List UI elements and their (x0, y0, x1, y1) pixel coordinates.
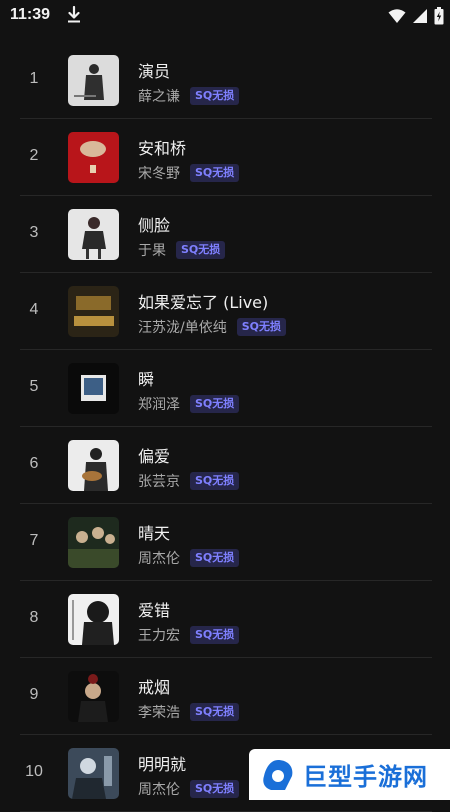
quality-badge: SQ无损 (190, 626, 240, 644)
status-bar: 11:39 (0, 0, 450, 32)
song-row[interactable]: 9 戒烟 李荣浩 SQ无损 (20, 658, 432, 735)
rank-number: 3 (29, 224, 39, 241)
song-title: 演员 (138, 62, 171, 81)
quality-badge: SQ无损 (236, 318, 286, 336)
song-list: 1 演员 薛之谦 SQ无损 2 安和桥 宋冬野 SQ无损 3 侧脸 于果 SQ无… (20, 42, 432, 812)
watermark: 巨型手游网 (249, 749, 450, 800)
song-row[interactable]: 5 瞬 郑润泽 SQ无损 (20, 350, 432, 427)
album-cover (68, 209, 119, 260)
song-row[interactable]: 1 演员 薛之谦 SQ无损 (20, 42, 432, 119)
album-cover (68, 286, 119, 337)
song-title: 安和桥 (138, 139, 187, 158)
song-row[interactable]: 7 晴天 周杰伦 SQ无损 (20, 504, 432, 581)
rank-number: 4 (29, 301, 39, 318)
quality-badge: SQ无损 (190, 780, 240, 798)
song-title: 瞬 (138, 370, 155, 389)
song-title: 戒烟 (138, 678, 171, 697)
song-row[interactable]: 8 爱错 王力宏 SQ无损 (20, 581, 432, 658)
quality-badge: SQ无损 (190, 87, 240, 105)
artist-name: 宋冬野 (138, 166, 180, 182)
rank-number: 9 (29, 686, 39, 703)
album-cover (68, 363, 119, 414)
quality-badge: SQ无损 (190, 164, 240, 182)
signal-icon (413, 9, 427, 23)
rank-number: 6 (29, 455, 39, 472)
battery-icon (434, 7, 444, 25)
quality-badge: SQ无损 (190, 472, 240, 490)
album-cover (68, 440, 119, 491)
rank-number: 8 (29, 609, 39, 626)
album-cover (68, 671, 119, 722)
song-row[interactable]: 4 如果爱忘了 (Live) 汪苏泷/单依纯 SQ无损 (20, 273, 432, 350)
song-row[interactable]: 2 安和桥 宋冬野 SQ无损 (20, 119, 432, 196)
rank-number: 7 (29, 532, 39, 549)
artist-name: 张芸京 (138, 474, 180, 490)
artist-name: 薛之谦 (138, 89, 180, 105)
album-cover (68, 594, 119, 645)
rank-number: 10 (25, 763, 43, 780)
song-title: 如果爱忘了 (Live) (138, 293, 269, 312)
song-title: 明明就 (138, 755, 187, 774)
quality-badge: SQ无损 (190, 703, 240, 721)
watermark-logo-icon (263, 759, 293, 790)
rank-number: 1 (29, 70, 39, 87)
artist-name: 于果 (138, 243, 166, 259)
song-row[interactable]: 6 偏爱 张芸京 SQ无损 (20, 427, 432, 504)
song-title: 偏爱 (138, 447, 171, 466)
album-cover (68, 55, 119, 106)
artist-name: 周杰伦 (138, 782, 180, 798)
album-cover (68, 748, 119, 799)
wifi-icon (388, 9, 406, 23)
download-icon (68, 6, 80, 23)
quality-badge: SQ无损 (176, 241, 226, 259)
quality-badge: SQ无损 (190, 395, 240, 413)
song-title: 晴天 (138, 524, 171, 543)
song-row[interactable]: 3 侧脸 于果 SQ无损 (20, 196, 432, 273)
artist-name: 郑润泽 (138, 397, 180, 413)
artist-name: 周杰伦 (138, 551, 180, 567)
artist-name: 王力宏 (138, 628, 180, 644)
status-time: 11:39 (10, 6, 51, 23)
song-title: 侧脸 (138, 216, 171, 235)
rank-number: 2 (29, 147, 39, 164)
artist-name: 汪苏泷/单依纯 (138, 320, 227, 336)
album-cover (68, 517, 119, 568)
rank-number: 5 (29, 378, 39, 395)
song-title: 爱错 (138, 601, 171, 620)
album-cover (68, 132, 119, 183)
quality-badge: SQ无损 (190, 549, 240, 567)
watermark-text: 巨型手游网 (303, 763, 428, 791)
artist-name: 李荣浩 (138, 705, 180, 721)
